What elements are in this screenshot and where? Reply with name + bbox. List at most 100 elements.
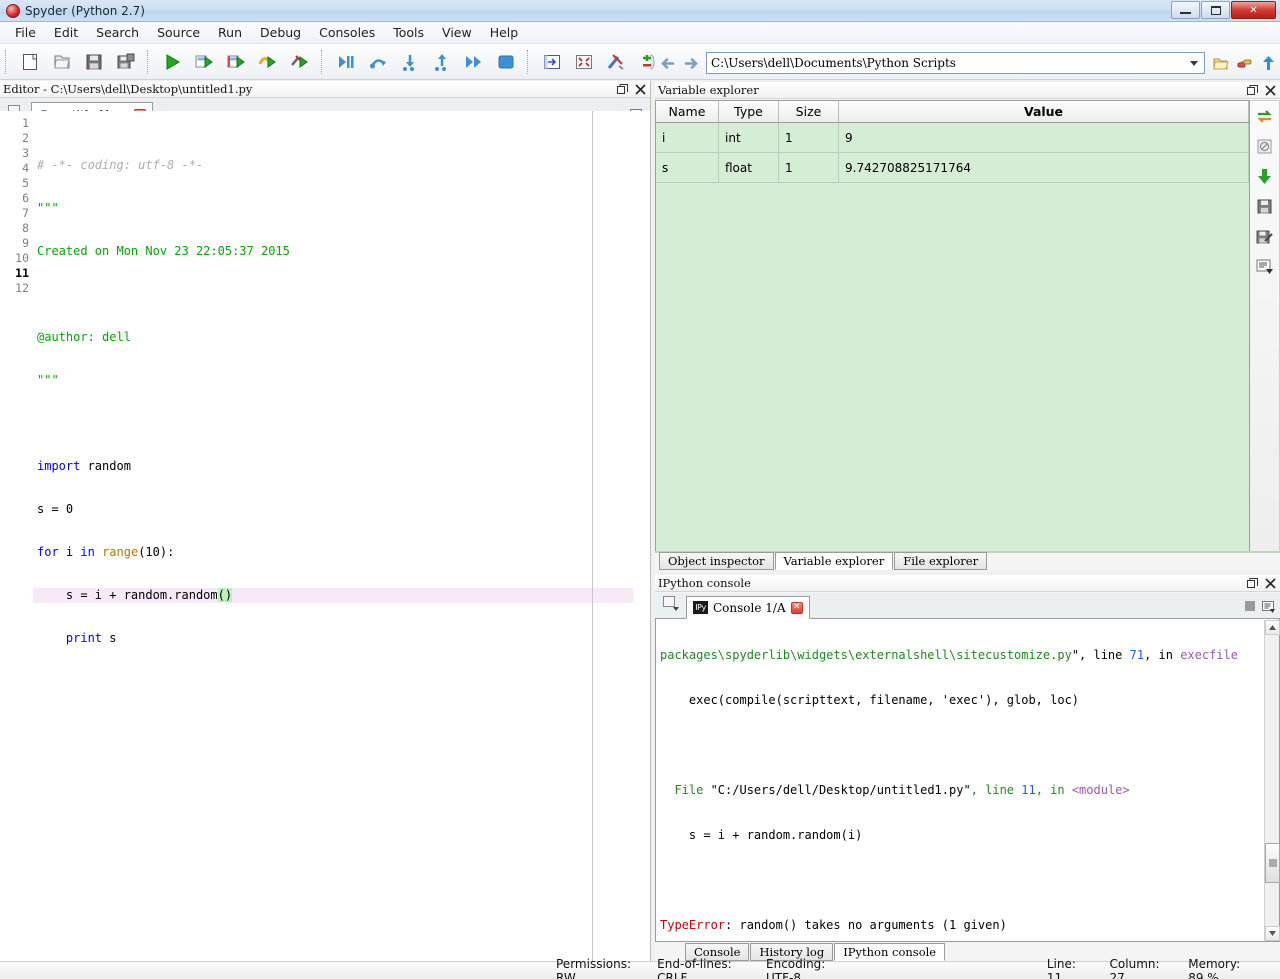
tab-object-inspector[interactable]: Object inspector <box>659 552 774 570</box>
console-close-icon[interactable] <box>1262 576 1278 590</box>
column-header-type[interactable]: Type <box>719 101 779 122</box>
scroll-up-icon[interactable] <box>1265 620 1280 635</box>
run-file-icon[interactable] <box>157 47 187 77</box>
menu-help[interactable]: Help <box>481 23 528 42</box>
column-header-value[interactable]: Value <box>839 101 1249 122</box>
code-line-8: import random <box>37 459 131 473</box>
browse-folder-icon[interactable] <box>1208 51 1232 75</box>
console-line: packages\spyderlib\widgets\externalshell… <box>660 648 1238 662</box>
code-text-area[interactable]: # -*- coding: utf-8 -*- """ Created on M… <box>33 111 650 961</box>
minimize-button[interactable] <box>1171 1 1200 19</box>
cell-size: 1 <box>779 123 839 152</box>
stop-icon[interactable] <box>1243 599 1257 614</box>
run-cell-icon[interactable] <box>189 47 219 77</box>
variable-explorer-undock-icon[interactable] <box>1244 83 1260 97</box>
open-file-icon[interactable] <box>47 47 77 77</box>
import-data-icon[interactable] <box>1253 164 1277 188</box>
menu-run[interactable]: Run <box>209 23 251 42</box>
cell-value[interactable]: 9.742708825171764 <box>839 153 1249 182</box>
back-arrow-icon[interactable] <box>655 51 679 75</box>
run-cell-advance-icon[interactable] <box>221 47 251 77</box>
status-eol: End-of-lines: CRLF <box>657 956 732 979</box>
new-file-icon[interactable] <box>15 47 45 77</box>
line-number: 10 <box>15 251 29 265</box>
preferences-icon[interactable] <box>601 47 631 77</box>
options-icon[interactable] <box>1261 599 1276 614</box>
tab-variable-explorer[interactable]: Variable explorer <box>774 552 894 570</box>
variable-table-header: Name Type Size Value <box>656 101 1249 123</box>
save-data-icon[interactable] <box>1253 194 1277 218</box>
configure-run-icon[interactable] <box>285 47 315 77</box>
scrollbar-thumb[interactable] <box>1265 843 1280 883</box>
line-number: 3 <box>22 146 29 160</box>
debug-step-over-icon[interactable] <box>363 47 393 77</box>
close-button[interactable]: ✕ <box>1231 1 1276 19</box>
code-editor[interactable]: 1 2 3 4 5 6 7 8 9 10 11 12 # -*- coding:… <box>0 111 650 961</box>
save-file-icon[interactable] <box>79 47 109 77</box>
table-row[interactable]: i int 1 9 <box>656 123 1249 153</box>
options-icon[interactable] <box>1253 254 1277 278</box>
variable-explorer-close-icon[interactable] <box>1262 83 1278 97</box>
debug-stop-icon[interactable] <box>491 47 521 77</box>
menu-edit[interactable]: Edit <box>45 23 87 42</box>
tab-file-explorer[interactable]: File explorer <box>894 552 988 570</box>
scroll-down-icon[interactable] <box>1265 926 1280 941</box>
debug-file-icon[interactable] <box>331 47 361 77</box>
menu-tools[interactable]: Tools <box>384 23 433 42</box>
variable-explorer-tabbar: Object inspector Variable explorer File … <box>655 551 1280 570</box>
refresh-icon[interactable] <box>1253 104 1277 128</box>
console-output[interactable]: packages\spyderlib\widgets\externalshell… <box>655 619 1280 942</box>
save-all-icon[interactable] <box>111 47 141 77</box>
code-line-3: Created on Mon Nov 23 22:05:37 2015 <box>37 244 290 258</box>
run-selection-icon[interactable] <box>253 47 283 77</box>
debug-continue-icon[interactable] <box>459 47 489 77</box>
working-directory-value: C:\Users\dell\Documents\Python Scripts <box>711 56 956 70</box>
console-tab-close-icon[interactable]: ✕ <box>790 601 803 614</box>
menu-consoles[interactable]: Consoles <box>310 23 384 42</box>
forward-arrow-icon[interactable] <box>679 51 703 75</box>
console-scrollbar[interactable] <box>1264 620 1280 941</box>
cell-value[interactable]: 9 <box>839 123 1249 152</box>
table-row[interactable]: s float 1 9.742708825171764 <box>656 153 1249 183</box>
tab-ipython-console[interactable]: IPython console <box>834 943 946 961</box>
menu-debug[interactable]: Debug <box>251 23 310 42</box>
console-tabbar: IPy Console 1/A ✕ <box>655 593 1280 619</box>
menu-search[interactable]: Search <box>87 23 148 42</box>
code-line-1: # -*- coding: utf-8 -*- <box>37 158 204 172</box>
menu-source[interactable]: Source <box>148 23 209 42</box>
variable-explorer-pane: Variable explorer Name Type Size Value i… <box>655 82 1280 570</box>
console-tab-console-1a[interactable]: IPy Console 1/A ✕ <box>686 596 810 619</box>
browse-tabs-icon[interactable] <box>659 591 683 615</box>
cell-type: float <box>719 153 779 182</box>
menu-file[interactable]: File <box>6 23 45 42</box>
spyder-logo-icon <box>6 3 20 18</box>
editor-pane: Editor - C:\Users\dell\Desktop\untitled1… <box>0 81 651 961</box>
editor-undock-icon[interactable] <box>614 82 630 96</box>
line-number-current: 11 <box>15 266 29 280</box>
debug-step-into-icon[interactable] <box>395 47 425 77</box>
menu-view[interactable]: View <box>433 23 481 42</box>
editor-pane-title-text: Editor - C:\Users\dell\Desktop\untitled1… <box>3 82 253 96</box>
variable-table[interactable]: Name Type Size Value i int 1 9 s float 1… <box>655 100 1250 552</box>
console-undock-icon[interactable] <box>1244 576 1260 590</box>
maximize-pane-icon[interactable] <box>537 47 567 77</box>
status-memory: Memory: 89 % <box>1188 956 1241 979</box>
working-directory-input[interactable]: C:\Users\dell\Documents\Python Scripts <box>706 52 1205 74</box>
editor-close-icon[interactable] <box>632 82 648 96</box>
column-header-name[interactable]: Name <box>656 101 719 122</box>
window-title: Spyder (Python 2.7) <box>25 3 145 18</box>
chevron-down-icon[interactable] <box>1190 61 1198 66</box>
code-line-6: """ <box>37 373 59 387</box>
code-line-5: @author: dell <box>37 330 131 344</box>
fullscreen-icon[interactable] <box>569 47 599 77</box>
column-header-size[interactable]: Size <box>779 101 839 122</box>
save-data-as-icon[interactable] <box>1253 224 1277 248</box>
exclude-private-icon[interactable] <box>1253 134 1277 158</box>
menubar: File Edit Search Source Run Debug Consol… <box>0 22 1280 44</box>
parent-directory-icon[interactable] <box>1256 51 1280 75</box>
python-path-manager-icon[interactable] <box>1232 51 1256 75</box>
console-pane-title-text: IPython console <box>658 576 751 590</box>
debug-step-return-icon[interactable] <box>427 47 457 77</box>
maximize-button[interactable] <box>1201 1 1230 19</box>
